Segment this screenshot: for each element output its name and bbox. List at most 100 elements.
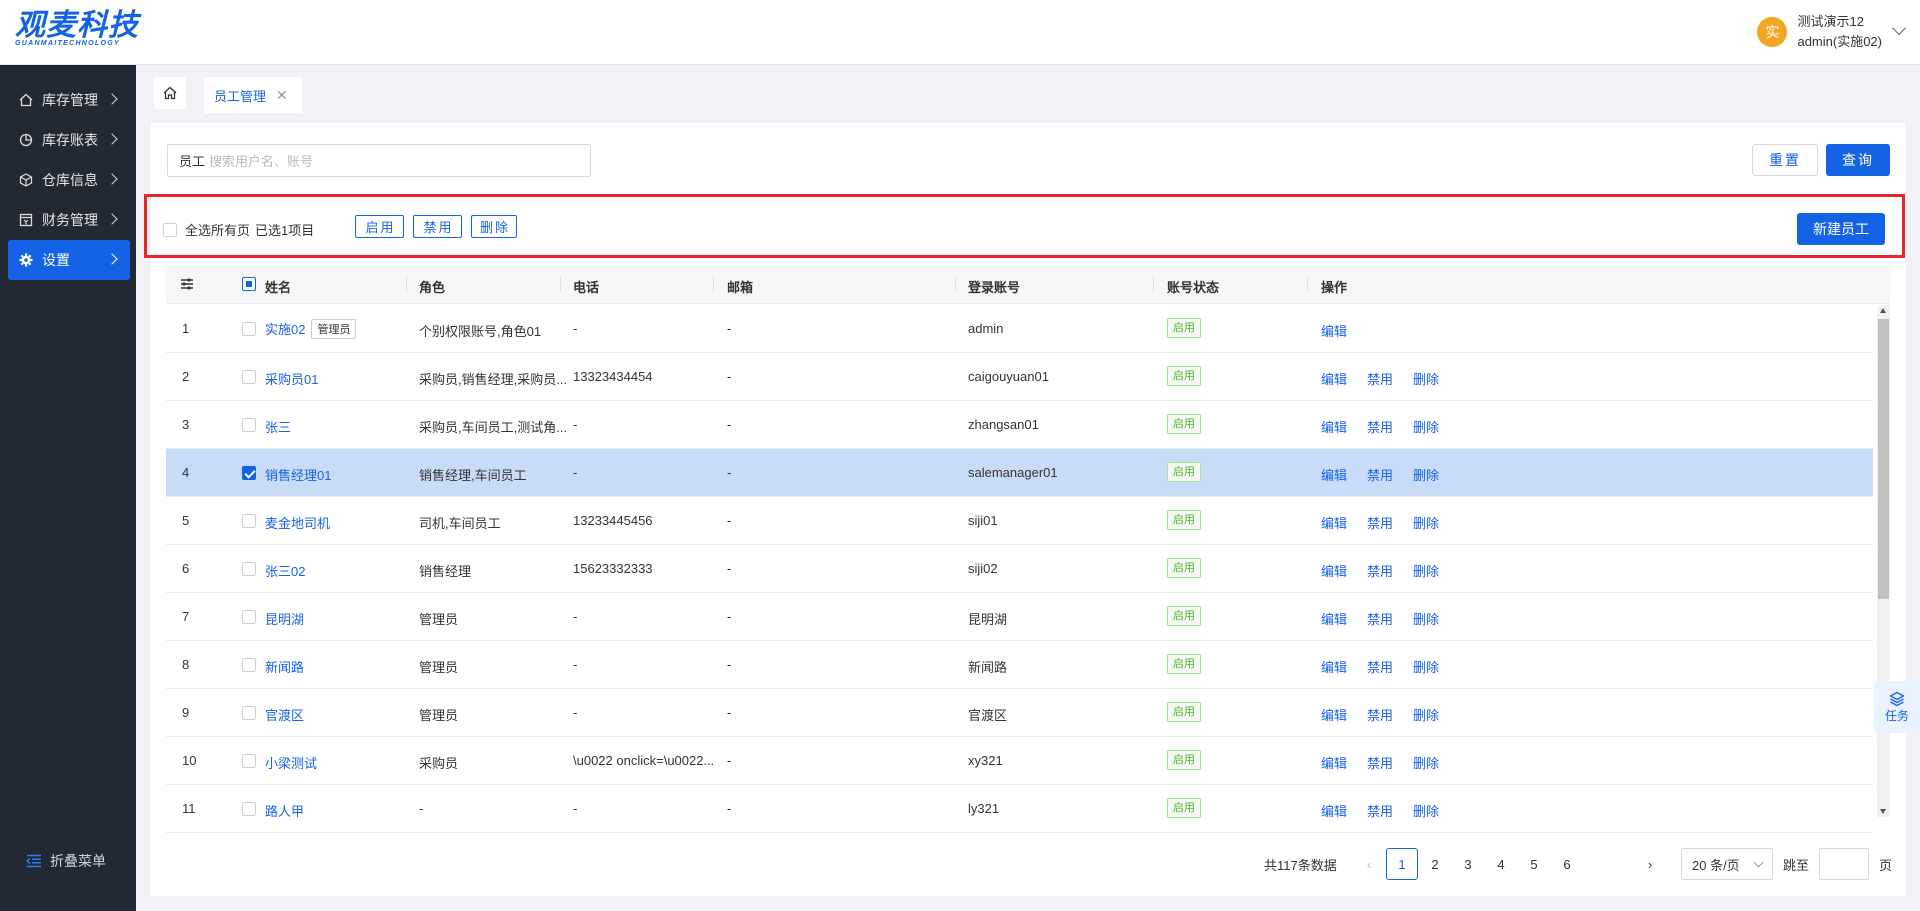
collapse-menu-button[interactable]: 折叠菜单 <box>26 851 106 871</box>
employee-name-link[interactable]: 销售经理01 <box>265 468 331 483</box>
scroll-up-icon[interactable] <box>1880 308 1886 313</box>
tab-employee-management[interactable]: 员工管理 ✕ <box>204 77 302 113</box>
page-button[interactable]: 4 <box>1485 848 1517 880</box>
task-button[interactable]: 任务 <box>1874 681 1920 733</box>
edit-link[interactable]: 编辑 <box>1321 513 1347 532</box>
delete-button[interactable]: 删除 <box>471 215 517 238</box>
row-checkbox[interactable] <box>242 514 256 528</box>
employee-name-link[interactable]: 新闻路 <box>265 660 304 675</box>
delete-link[interactable]: 删除 <box>1413 417 1439 436</box>
row-checkbox[interactable] <box>242 466 256 480</box>
page-button[interactable]: 3 <box>1452 848 1484 880</box>
disable-link[interactable]: 禁用 <box>1367 657 1393 676</box>
disable-link[interactable]: 禁用 <box>1367 753 1393 772</box>
row-checkbox[interactable] <box>242 802 256 816</box>
row-checkbox[interactable] <box>242 370 256 384</box>
delete-link[interactable]: 删除 <box>1413 561 1439 580</box>
employee-name-link[interactable]: 采购员01 <box>265 372 318 387</box>
disable-link[interactable]: 禁用 <box>1367 369 1393 388</box>
disable-link[interactable]: 禁用 <box>1367 513 1393 532</box>
delete-link[interactable]: 删除 <box>1413 657 1439 676</box>
delete-link[interactable]: 删除 <box>1413 465 1439 484</box>
edit-link[interactable]: 编辑 <box>1321 417 1347 436</box>
sidebar-item-warehouse[interactable]: 仓库信息 <box>8 160 130 200</box>
disable-button[interactable]: 禁用 <box>413 215 462 238</box>
delete-link[interactable]: 删除 <box>1413 513 1439 532</box>
table-row[interactable]: 11 路人甲 - - - ly321 启用 编辑 禁用 删除 <box>166 785 1873 833</box>
sidebar-item-finance[interactable]: 财务管理 <box>8 200 130 240</box>
page-button[interactable]: 5 <box>1518 848 1550 880</box>
page-button[interactable]: 6 <box>1551 848 1583 880</box>
employee-name-link[interactable]: 麦金地司机 <box>265 516 330 531</box>
table-row[interactable]: 2 采购员01 采购员,销售经理,采购员... 13323434454 - caigouy… <box>166 353 1873 401</box>
scroll-down-icon[interactable] <box>1880 809 1886 814</box>
column-settings-icon[interactable] <box>180 278 194 290</box>
row-checkbox[interactable] <box>242 418 256 432</box>
table-row[interactable]: 5 麦金地司机 司机,车间员工 13233445456 - siji01 启用 编辑 禁用 删除 <box>166 497 1873 545</box>
table-row[interactable]: 9 官渡区 管理员 - - 官渡区 启用 编辑 禁用 删除 <box>166 689 1873 737</box>
employee-name-link[interactable]: 实施02 <box>265 322 305 337</box>
table-row[interactable]: 10 小梁测试 采购员 \u0022 onclick=\u0022... - xy321 启… <box>166 737 1873 785</box>
page-button[interactable]: 2 <box>1419 848 1451 880</box>
tab-home[interactable] <box>154 77 186 109</box>
employee-name-link[interactable]: 路人甲 <box>265 804 304 819</box>
user-menu[interactable]: 实 测试演示12 admin(实施02) <box>1757 12 1907 52</box>
edit-link[interactable]: 编辑 <box>1321 657 1347 676</box>
query-button[interactable]: 查询 <box>1826 144 1890 176</box>
employee-name-link[interactable]: 张三 <box>265 420 291 435</box>
edit-link[interactable]: 编辑 <box>1321 753 1347 772</box>
table-row[interactable]: 4 销售经理01 销售经理,车间员工 - - salemanager01 启用 编辑 禁用 删除 <box>166 449 1873 497</box>
delete-link[interactable]: 删除 <box>1413 369 1439 388</box>
edit-link[interactable]: 编辑 <box>1321 465 1347 484</box>
table-scrollbar[interactable] <box>1877 305 1890 817</box>
edit-link[interactable]: 编辑 <box>1321 609 1347 628</box>
edit-link[interactable]: 编辑 <box>1321 321 1347 340</box>
table-row[interactable]: 1 实施02 管理员 个别权限账号,角色01 - - admin 启用 编辑 <box>166 305 1873 353</box>
edit-link[interactable]: 编辑 <box>1321 705 1347 724</box>
page-button[interactable]: 1 <box>1386 848 1418 880</box>
row-checkbox[interactable] <box>242 754 256 768</box>
row-checkbox[interactable] <box>242 562 256 576</box>
delete-link[interactable]: 删除 <box>1413 801 1439 820</box>
disable-link[interactable]: 禁用 <box>1367 417 1393 436</box>
row-checkbox[interactable] <box>242 706 256 720</box>
table-row[interactable]: 6 张三02 销售经理 15623332333 - siji02 启用 编辑 禁用 删除 <box>166 545 1873 593</box>
delete-link[interactable]: 删除 <box>1413 705 1439 724</box>
search-input[interactable]: 员工 搜索用户名、账号 <box>167 144 591 177</box>
header-checkbox[interactable] <box>242 277 256 291</box>
reset-button[interactable]: 重置 <box>1752 144 1818 176</box>
delete-link[interactable]: 删除 <box>1413 753 1439 772</box>
disable-link[interactable]: 禁用 <box>1367 465 1393 484</box>
edit-link[interactable]: 编辑 <box>1321 561 1347 580</box>
row-checkbox[interactable] <box>242 322 256 336</box>
employee-name-link[interactable]: 张三02 <box>265 564 305 579</box>
sidebar-item-inventory-ledger[interactable]: 库存账表 <box>8 120 130 160</box>
employee-name-link[interactable]: 昆明湖 <box>265 612 304 627</box>
table-row[interactable]: 3 张三 采购员,车间员工,测试角... - - zhangsan01 启用 编辑 禁用 删除 <box>166 401 1873 449</box>
scrollbar-thumb[interactable] <box>1878 319 1889 599</box>
close-icon[interactable]: ✕ <box>276 87 288 104</box>
edit-link[interactable]: 编辑 <box>1321 369 1347 388</box>
edit-link[interactable]: 编辑 <box>1321 801 1347 820</box>
jump-page-input[interactable] <box>1819 848 1869 880</box>
prev-page-button[interactable]: ‹ <box>1353 848 1385 880</box>
chevron-down-icon[interactable] <box>1891 20 1907 36</box>
disable-link[interactable]: 禁用 <box>1367 609 1393 628</box>
disable-link[interactable]: 禁用 <box>1367 801 1393 820</box>
delete-link[interactable]: 删除 <box>1413 609 1439 628</box>
select-all-checkbox[interactable] <box>163 222 177 237</box>
page-size-select[interactable]: 20 条/页 <box>1681 848 1773 880</box>
select-all-pages[interactable]: 全选所有页 <box>163 220 250 239</box>
sidebar-item-inventory[interactable]: 库存管理 <box>8 80 130 120</box>
disable-link[interactable]: 禁用 <box>1367 705 1393 724</box>
row-checkbox[interactable] <box>242 610 256 624</box>
disable-link[interactable]: 禁用 <box>1367 561 1393 580</box>
new-employee-button[interactable]: 新建员工 <box>1797 213 1885 245</box>
row-checkbox[interactable] <box>242 658 256 672</box>
table-row[interactable]: 7 昆明湖 管理员 - - 昆明湖 启用 编辑 禁用 删除 <box>166 593 1873 641</box>
employee-name-link[interactable]: 小梁测试 <box>265 756 317 771</box>
table-row[interactable]: 8 新闻路 管理员 - - 新闻路 启用 编辑 禁用 删除 <box>166 641 1873 689</box>
employee-name-link[interactable]: 官渡区 <box>265 708 304 723</box>
sidebar-item-settings[interactable]: 设置 <box>8 240 130 280</box>
next-page-button[interactable]: › <box>1634 848 1666 880</box>
